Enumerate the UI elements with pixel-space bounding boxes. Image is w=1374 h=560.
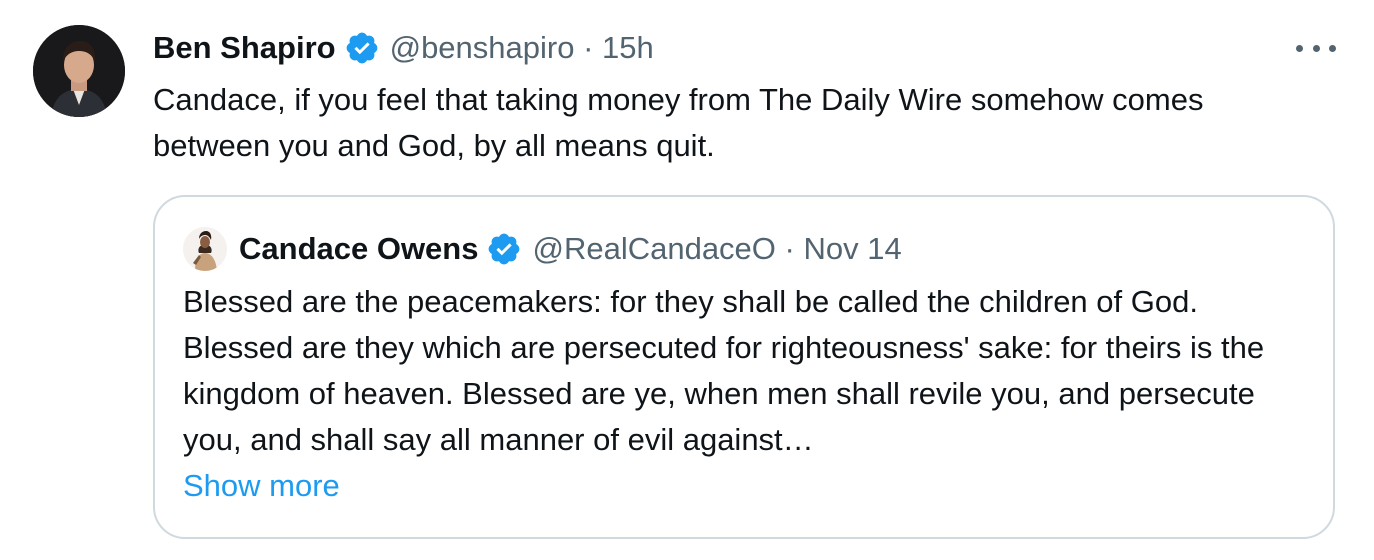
separator-dot: · (583, 30, 594, 65)
author-handle[interactable]: @benshapiro (390, 30, 575, 66)
verified-badge-icon (344, 30, 380, 66)
tweet-text: Candace, if you feel that taking money f… (153, 82, 1204, 163)
tweet-timestamp[interactable]: 15h (602, 30, 654, 66)
author-name[interactable]: Ben Shapiro (153, 30, 336, 66)
more-dot (1296, 44, 1303, 52)
verified-badge-icon (486, 231, 522, 267)
show-more-link[interactable]: Show more (183, 463, 340, 509)
quoted-tweet-header: Candace Owens @RealCandaceO · Nov 14 (183, 227, 902, 271)
quoted-author-handle[interactable]: @RealCandaceO (532, 231, 775, 267)
quoted-author-avatar-image (183, 227, 227, 271)
more-dot (1329, 44, 1336, 52)
tweet: Ben Shapiro @benshapiro · 15h Candace, i… (0, 0, 1374, 560)
author-avatar-image (33, 25, 125, 117)
meta-separator: · (574, 30, 602, 66)
author-avatar[interactable] (33, 25, 125, 117)
quoted-tweet-text: Blessed are the peacemakers: for they sh… (183, 284, 1265, 457)
meta-separator: · (776, 231, 804, 267)
tweet-header: Ben Shapiro @benshapiro · 15h (153, 28, 654, 68)
more-options-icon[interactable] (1296, 36, 1336, 60)
quoted-tweet-timestamp[interactable]: Nov 14 (804, 231, 902, 267)
quoted-tweet-card[interactable]: Candace Owens @RealCandaceO · Nov 14 Ble… (153, 195, 1335, 539)
more-dot (1312, 44, 1320, 52)
separator-dot: · (784, 231, 795, 266)
quoted-author-name[interactable]: Candace Owens (239, 231, 478, 267)
quoted-author-avatar[interactable] (183, 227, 227, 271)
